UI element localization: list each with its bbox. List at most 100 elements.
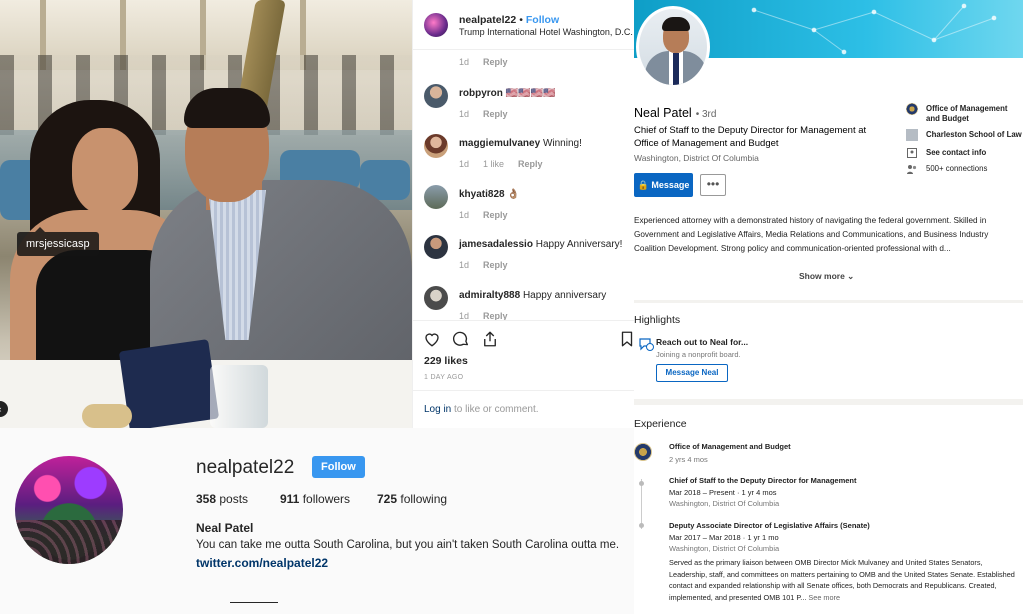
man-hair xyxy=(184,88,270,128)
share-icon[interactable] xyxy=(481,330,499,348)
profile-link[interactable]: twitter.com/nealpatel22 xyxy=(196,556,328,570)
bookmark-icon[interactable] xyxy=(618,330,634,348)
profile-photo[interactable] xyxy=(636,6,710,88)
chat-bubble-icon xyxy=(639,338,654,351)
commenter-avatar[interactable] xyxy=(424,84,448,108)
comment-likes[interactable]: 1 like xyxy=(483,159,504,169)
poster-avatar[interactable] xyxy=(424,13,448,37)
commenter-username[interactable]: admiralty888 xyxy=(459,290,520,301)
follow-button[interactable]: Follow xyxy=(312,456,365,478)
profile-name-line: Neal Patel • 3rd xyxy=(634,106,716,120)
following-label: following xyxy=(397,492,448,506)
reply-link[interactable]: Reply xyxy=(483,210,508,220)
timeline-dot xyxy=(639,481,644,486)
message-label: Message xyxy=(651,180,690,190)
omb-seal-icon[interactable] xyxy=(634,443,652,461)
highlight-subtitle: Joining a nonprofit board. xyxy=(656,350,741,359)
profile-location: Washington, District Of Columbia xyxy=(634,153,759,163)
comment-meta: 1d Reply xyxy=(459,260,522,270)
role-description: Served as the primary liaison between OM… xyxy=(669,557,1019,603)
commenter-username[interactable]: robpyron xyxy=(459,88,503,99)
comment-age: 1d xyxy=(459,109,470,119)
commenter-username[interactable]: jamesadalessio xyxy=(459,239,533,250)
followers-label: followers xyxy=(299,492,351,506)
follow-link[interactable]: Follow xyxy=(526,14,559,26)
post-photo[interactable]: mrsjessicasp xyxy=(0,0,412,428)
profile-full-name: Neal Patel xyxy=(196,521,254,535)
profile-name: Neal Patel xyxy=(634,106,692,120)
comment-age: 1d xyxy=(459,260,470,270)
login-prompt: Log in to like or comment. xyxy=(413,390,634,428)
heart-icon[interactable] xyxy=(423,330,441,348)
commenter-username[interactable]: khyati828 xyxy=(459,189,505,200)
comment-age: 1d xyxy=(459,159,470,169)
see-more-link[interactable]: See more xyxy=(808,593,840,602)
following-count: 725 xyxy=(377,492,398,506)
active-tab-indicator xyxy=(230,602,278,603)
comment-text: khyati828 👌🏽 xyxy=(459,189,520,200)
posts-stat: 358 posts xyxy=(196,492,248,506)
post-actions: 229 likes 1 DAY AGO xyxy=(413,320,634,390)
reply-link[interactable]: Reply xyxy=(483,260,508,270)
photo-tie xyxy=(673,53,679,85)
more-options-button[interactable]: ••• xyxy=(700,174,726,196)
poster-username[interactable]: nealpatel22 xyxy=(459,14,516,26)
people-icon xyxy=(907,165,917,174)
experience-company[interactable]: Office of Management and Budget xyxy=(669,442,791,451)
instagram-profile: nealpatel22 Follow 358 posts 911 followe… xyxy=(0,428,634,614)
comment-text: admiralty888 Happy anniversary xyxy=(459,290,606,301)
role-dates: Mar 2017 – Mar 2018 · 1 yr 1 mo xyxy=(669,533,779,542)
show-more-link[interactable]: Show more ⌄ xyxy=(799,271,854,282)
commenter-username[interactable]: maggiemulvaney xyxy=(459,138,540,149)
reply-link[interactable]: Reply xyxy=(483,57,508,67)
photo-user-tag[interactable]: mrsjessicasp xyxy=(17,227,99,256)
lock-icon: 🔒 xyxy=(637,180,649,190)
role-description-text: Served as the primary liaison between OM… xyxy=(669,558,1015,602)
reply-link[interactable]: Reply xyxy=(483,109,508,119)
post-header: nealpatel22 • Follow Trump International H… xyxy=(413,0,634,50)
connection-degree: • 3rd xyxy=(695,109,717,120)
profile-avatar[interactable] xyxy=(15,456,123,564)
post-location[interactable]: Trump International Hotel Washington, D.… xyxy=(459,27,633,37)
comment-item: khyati828 👌🏽 1d Reply xyxy=(413,183,634,233)
commenter-avatar[interactable] xyxy=(424,185,448,209)
comment-age: 1d xyxy=(459,57,470,67)
photo-menu xyxy=(118,339,220,428)
likes-count[interactable]: 229 likes xyxy=(424,355,468,367)
comment-text: maggiemulvaney Winning! xyxy=(459,138,582,149)
contact-info-link: See contact info xyxy=(926,148,987,157)
comment-body: Happy anniversary xyxy=(522,290,607,301)
comment-text: robpyron 🇺🇸🇺🇸🇺🇸🇺🇸 xyxy=(459,88,555,99)
commenter-avatar[interactable] xyxy=(424,286,448,310)
post-timestamp: 1 DAY AGO xyxy=(424,374,464,381)
profile-username: nealpatel22 xyxy=(196,457,295,478)
side-school-name: Charleston School of Law xyxy=(926,130,1022,139)
commenter-avatar[interactable] xyxy=(424,134,448,158)
followers-count: 911 xyxy=(280,492,300,506)
photo-bread xyxy=(82,404,132,428)
experience-title: Experience xyxy=(634,418,687,430)
message-button[interactable]: 🔒 Message xyxy=(634,173,693,197)
profile-headline: Chief of Staff to the Deputy Director fo… xyxy=(634,125,867,149)
photo-glass xyxy=(210,365,268,428)
reply-link[interactable]: Reply xyxy=(518,159,543,169)
followers-stat[interactable]: 911 followers xyxy=(280,492,350,506)
comment-body: 👌🏽 xyxy=(507,189,520,200)
role-location: Washington, District Of Columbia xyxy=(669,499,780,508)
profile-bio: You can take me outta South Carolina, bu… xyxy=(196,539,620,551)
highlight-title: Reach out to Neal for... xyxy=(656,337,749,347)
login-prompt-text: to like or comment. xyxy=(451,404,539,415)
message-neal-button[interactable]: Message Neal xyxy=(656,364,728,382)
timeline-dot xyxy=(639,523,644,528)
poster-username-line: nealpatel22 • Follow xyxy=(459,14,559,26)
comment-age: 1d xyxy=(459,210,470,220)
login-link[interactable]: Log in xyxy=(424,404,451,415)
experience-card: Experience Office of Management and Budg… xyxy=(634,405,1023,614)
role-title: Chief of Staff to the Deputy Director fo… xyxy=(669,476,857,485)
following-stat[interactable]: 725 following xyxy=(377,492,447,506)
commenter-avatar[interactable] xyxy=(424,235,448,259)
comment-meta: 1d Reply xyxy=(459,109,522,119)
comment-icon[interactable] xyxy=(452,330,470,348)
comment-text: jamesadalessio Happy Anniversary! xyxy=(459,239,622,250)
comment-item: maggiemulvaney Winning! 1d 1 like Reply xyxy=(413,132,634,182)
